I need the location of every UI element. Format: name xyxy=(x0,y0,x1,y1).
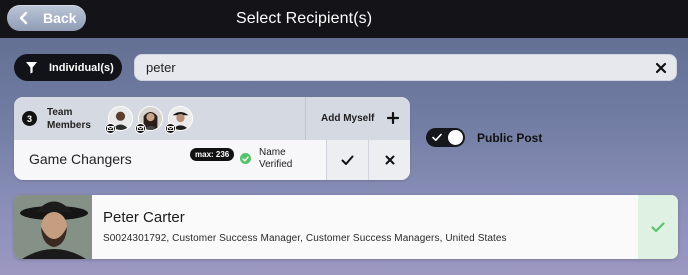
person-details: S0024301792, Customer Success Manager, C… xyxy=(103,233,507,244)
mail-icon xyxy=(165,123,176,134)
public-post-toggle[interactable] xyxy=(426,128,465,147)
result-item[interactable]: Peter Carter S0024301792, Customer Succe… xyxy=(14,195,678,259)
person-photo-icon xyxy=(14,195,92,259)
check-icon xyxy=(651,221,665,232)
funnel-icon xyxy=(26,62,37,74)
check-icon xyxy=(341,155,354,165)
top-bar: Back Select Recipient(s) xyxy=(0,0,688,38)
mail-icon xyxy=(105,123,116,134)
close-icon[interactable] xyxy=(655,62,667,74)
team-card: 3 Team Members Add Myself Game Changers … xyxy=(14,97,410,180)
team-members-row: 3 Team Members Add Myself xyxy=(14,97,410,140)
close-icon xyxy=(385,155,394,165)
max-members-badge: max: 236 xyxy=(190,148,235,161)
verified-check-icon xyxy=(240,153,251,164)
name-verified-label: Name Verified xyxy=(259,147,293,170)
confirm-team-button[interactable] xyxy=(326,140,368,180)
team-name: Game Changers xyxy=(29,151,132,167)
add-myself-button[interactable]: Add Myself xyxy=(305,97,410,140)
search-input[interactable] xyxy=(146,60,626,75)
select-recipient-button[interactable] xyxy=(638,195,678,259)
person-name: Peter Carter xyxy=(103,209,185,226)
team-members-label: Team Members xyxy=(47,107,91,131)
individuals-filter-button[interactable]: Individual(s) xyxy=(14,54,122,81)
page-title: Select Recipient(s) xyxy=(236,10,373,27)
member-count-badge: 3 xyxy=(22,111,37,126)
filter-label: Individual(s) xyxy=(49,61,114,74)
team-name-row: Game Changers max: 236 Name Verified xyxy=(14,140,410,180)
toggle-knob xyxy=(448,130,463,145)
search-field[interactable] xyxy=(134,54,677,81)
remove-team-button[interactable] xyxy=(368,140,410,180)
add-myself-label: Add Myself xyxy=(321,113,375,124)
plus-icon xyxy=(387,112,399,124)
person-avatar xyxy=(14,195,92,259)
public-post-label: Public Post xyxy=(477,131,543,145)
check-icon xyxy=(432,133,442,141)
mail-icon xyxy=(135,123,146,134)
